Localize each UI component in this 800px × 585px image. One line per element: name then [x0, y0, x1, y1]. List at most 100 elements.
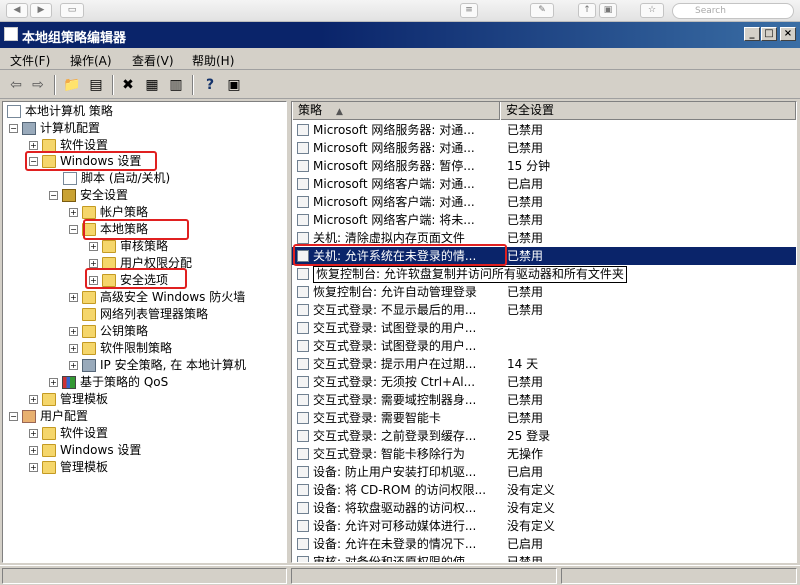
delete-icon[interactable]: ✖	[118, 75, 138, 95]
tree-node-public-key[interactable]: + 公钥策略	[69, 323, 148, 340]
sidebar-icon[interactable]: ▭	[60, 3, 84, 18]
table-row[interactable]: 设备: 将软盘驱动器的访问权... 没有定义	[292, 499, 796, 517]
tree-node-security-settings[interactable]: − 安全设置	[49, 187, 128, 204]
status-pane-middle	[291, 568, 557, 584]
table-row[interactable]: 交互式登录: 无须按 Ctrl+Al... 已禁用	[292, 373, 796, 391]
tree-node-user-software-settings[interactable]: + 软件设置	[29, 425, 108, 442]
browser-search-input[interactable]: Search	[672, 3, 794, 19]
help-icon[interactable]: ?	[200, 75, 220, 95]
maximize-button[interactable]: □	[761, 27, 777, 41]
table-row[interactable]: 交互式登录: 试图登录的用户...	[292, 337, 796, 355]
policy-item-icon	[297, 286, 309, 298]
status-bar	[0, 565, 800, 585]
close-button[interactable]: ×	[780, 27, 796, 41]
forward-arrow-icon[interactable]: ⇨	[28, 75, 48, 95]
collapse-icon[interactable]: −	[49, 191, 58, 200]
table-row[interactable]: 交互式登录: 试图登录的用户...	[292, 319, 796, 337]
expand-icon[interactable]: +	[69, 361, 78, 370]
properties-icon[interactable]: ▦	[142, 75, 162, 95]
expand-icon[interactable]: +	[29, 395, 38, 404]
show-hide-tree-icon[interactable]: ▤	[86, 75, 106, 95]
toolbar: ⇦ ⇨ 📁 ▤ ✖ ▦ ▥ ? ▣	[0, 71, 800, 99]
collapse-icon[interactable]: −	[9, 124, 18, 133]
table-row[interactable]: 恢复控制台: 允许自动管理登录 已禁用	[292, 283, 796, 301]
collapse-icon[interactable]: −	[69, 225, 78, 234]
menu-action[interactable]: 操作(A)	[70, 52, 112, 69]
tree-node-software-restriction[interactable]: + 软件限制策略	[69, 340, 172, 357]
table-row[interactable]: Microsoft 网络客户端: 对通... 已禁用	[292, 193, 796, 211]
table-row[interactable]: 设备: 防止用户安装打印机驱... 已启用	[292, 463, 796, 481]
table-row[interactable]: 恢复控制台: 允许软盘复制并访问所有驱动器和所有文件夹	[292, 265, 796, 283]
policy-name: Microsoft 网络客户端: 将未...	[313, 213, 475, 227]
policy-setting: 没有定义	[507, 519, 556, 533]
forward-icon[interactable]: ▶	[30, 3, 52, 18]
console-icon[interactable]: ▣	[224, 75, 244, 95]
expand-icon[interactable]: +	[29, 429, 38, 438]
tree-node-user-config[interactable]: − 用户配置	[9, 408, 88, 425]
table-row[interactable]: 交互式登录: 提示用户在过期... 14 天	[292, 355, 796, 373]
tree-node-audit-policy[interactable]: + 审核策略	[89, 238, 168, 255]
table-row[interactable]: Microsoft 网络服务器: 对通... 已禁用	[292, 121, 796, 139]
table-row[interactable]: Microsoft 网络客户端: 对通... 已启用	[292, 175, 796, 193]
policy-name: 交互式登录: 之前登录到缓存...	[313, 429, 477, 443]
share-icon[interactable]: ↑	[578, 3, 596, 18]
table-row[interactable]: 设备: 允许对可移动媒体进行... 没有定义	[292, 517, 796, 535]
table-row[interactable]: Microsoft 网络服务器: 暂停... 15 分钟	[292, 157, 796, 175]
column-header-setting[interactable]: 安全设置	[500, 102, 796, 120]
menu-file[interactable]: 文件(F)	[10, 52, 50, 69]
tree-node-network-list[interactable]: 网络列表管理器策略	[82, 306, 208, 323]
menu-help[interactable]: 帮助(H)	[192, 52, 234, 69]
policy-name: 交互式登录: 智能卡移除行为	[313, 447, 465, 461]
collapse-icon[interactable]: −	[9, 412, 18, 421]
menu-view[interactable]: 查看(V)	[132, 52, 174, 69]
table-row[interactable]: 交互式登录: 智能卡移除行为 无操作	[292, 445, 796, 463]
table-row[interactable]: 交互式登录: 需要域控制器身... 已禁用	[292, 391, 796, 409]
pen-icon[interactable]: ✎	[530, 3, 554, 18]
expand-icon[interactable]: +	[89, 259, 98, 268]
expand-icon[interactable]: +	[29, 141, 38, 150]
table-row[interactable]: Microsoft 网络客户端: 将未... 已禁用	[292, 211, 796, 229]
table-row[interactable]: 交互式登录: 之前登录到缓存... 25 登录	[292, 427, 796, 445]
table-row[interactable]: 设备: 将 CD-ROM 的访问权限... 没有定义	[292, 481, 796, 499]
up-folder-icon[interactable]: 📁	[62, 75, 82, 95]
column-header-policy[interactable]: 策略 ▲	[292, 102, 500, 120]
expand-icon[interactable]: +	[49, 378, 58, 387]
expand-icon[interactable]: +	[89, 242, 98, 251]
tree-node-root[interactable]: 本地计算机 策略	[7, 103, 113, 120]
tree-node-firewall[interactable]: + 高级安全 Windows 防火墙	[69, 289, 245, 306]
expand-icon[interactable]: +	[29, 446, 38, 455]
policy-list-pane[interactable]: 策略 ▲ 安全设置 Microsoft 网络服务器: 对通... 已禁用 Micros…	[291, 101, 797, 563]
tree-node-user-admin-templates[interactable]: + 管理模板	[29, 459, 108, 476]
table-row[interactable]: 交互式登录: 不显示最后的用... 已禁用	[292, 301, 796, 319]
minimize-button[interactable]: _	[744, 27, 760, 41]
export-list-icon[interactable]: ▥	[166, 75, 186, 95]
tree-pane[interactable]: 本地计算机 策略 − 计算机配置 + 软件设置 − Windows 设置 脚本 (启动…	[2, 101, 287, 563]
user-icon	[22, 410, 36, 423]
back-icon[interactable]: ◀	[6, 3, 28, 18]
expand-icon[interactable]: +	[29, 463, 38, 472]
tree-node-computer-config[interactable]: − 计算机配置	[9, 120, 100, 137]
policy-name: 恢复控制台: 允许自动管理登录	[313, 285, 477, 299]
table-row[interactable]: 设备: 允许在未登录的情况下... 已启用	[292, 535, 796, 553]
tree-node-admin-templates[interactable]: + 管理模板	[29, 391, 108, 408]
tree-node-ipsec[interactable]: + IP 安全策略, 在 本地计算机	[69, 357, 246, 374]
table-row[interactable]: Microsoft 网络服务器: 对通... 已禁用	[292, 139, 796, 157]
expand-icon[interactable]: +	[69, 327, 78, 336]
table-row[interactable]: 交互式登录: 需要智能卡 已禁用	[292, 409, 796, 427]
expand-icon[interactable]: +	[69, 293, 78, 302]
policy-item-icon	[297, 340, 309, 352]
tree-label: IP 安全策略, 在 本地计算机	[100, 358, 247, 372]
briefcase-icon[interactable]: ▣	[599, 3, 617, 18]
table-row[interactable]: 审核: 对备份和还原权限的使... 已禁用	[292, 553, 796, 562]
tree-node-qos[interactable]: + 基于策略的 QoS	[49, 374, 168, 391]
reader-icon[interactable]: ≡	[460, 3, 478, 18]
policy-name: 交互式登录: 无须按 Ctrl+Al...	[313, 375, 476, 389]
tree-node-scripts[interactable]: 脚本 (启动/关机)	[63, 170, 170, 187]
expand-icon[interactable]: +	[69, 344, 78, 353]
expand-icon[interactable]: +	[69, 208, 78, 217]
bookmark-icon[interactable]: ☆	[640, 3, 664, 18]
policy-setting: 14 天	[507, 357, 539, 371]
tree-node-user-windows-settings[interactable]: + Windows 设置	[29, 442, 141, 459]
back-arrow-icon[interactable]: ⇦	[6, 75, 26, 95]
tree-label: 脚本 (启动/关机)	[81, 171, 171, 185]
